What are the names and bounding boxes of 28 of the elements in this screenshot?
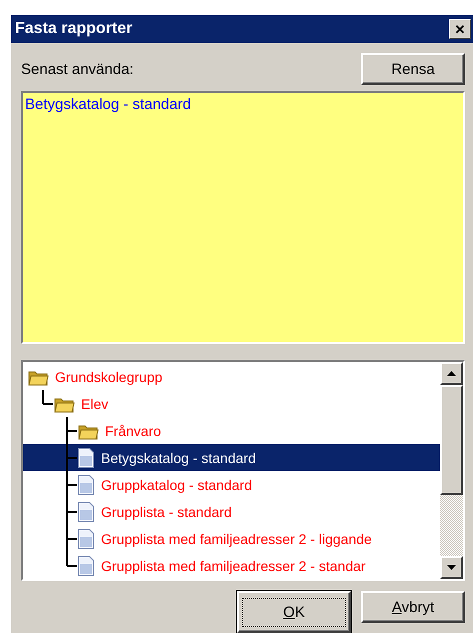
recent-label: Senast använda: — [21, 60, 134, 78]
tree-item[interactable]: Gruppkatalog - standard — [99, 476, 254, 493]
tree-item[interactable]: Grupplista med familjeadresser 2 - standar — [99, 558, 368, 574]
scroll-down-icon[interactable] — [440, 556, 463, 579]
tree-item[interactable]: Frånvaro — [103, 422, 164, 439]
recent-item[interactable]: Betygskatalog - standard — [25, 95, 461, 114]
dialog-button[interactable]: Avbryt — [361, 591, 465, 623]
tree-item[interactable]: Grupplista - standard — [99, 504, 234, 520]
tree-item[interactable]: Elev — [79, 396, 110, 412]
tree-line-icon — [66, 498, 77, 526]
window-title: Fasta rapporter — [15, 20, 132, 38]
clear-button[interactable]: Rensa — [361, 53, 465, 85]
document-icon — [77, 554, 95, 577]
close-button[interactable]: ✕ — [449, 19, 471, 39]
scroll-up-icon[interactable] — [440, 362, 463, 386]
scrollbar[interactable] — [440, 362, 463, 579]
document-icon — [77, 500, 95, 523]
tree-line-icon — [66, 417, 77, 444]
tree-line-icon — [66, 444, 77, 472]
document-icon — [77, 446, 95, 469]
document-icon — [77, 474, 95, 496]
scroll-thumb[interactable] — [440, 385, 463, 496]
tree-item[interactable]: Grundskolegrupp — [53, 368, 164, 385]
tree-line-icon — [42, 390, 53, 406]
tree-line-icon — [66, 471, 77, 498]
tree-item[interactable]: Grupplista med familjeadresser 2 - liggande — [99, 530, 374, 547]
dialog-button[interactable]: OK — [237, 591, 351, 633]
document-icon — [77, 528, 95, 550]
